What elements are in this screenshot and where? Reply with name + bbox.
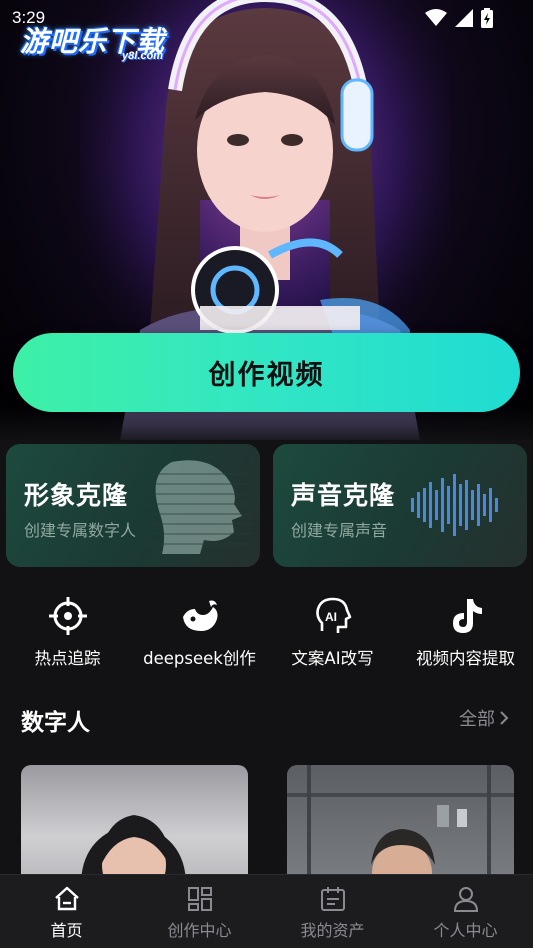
view-all-label: 全部 [459, 709, 495, 730]
watermark-logo: 游吧乐下载 y8l.com [20, 20, 165, 62]
digital-human-card[interactable] [21, 765, 248, 885]
quick-action-video-extract[interactable]: 视频内容提取 [399, 590, 532, 669]
grid-icon [187, 887, 212, 911]
tab-profile[interactable]: 个人中心 [399, 875, 532, 948]
svg-text:AI: AI [325, 610, 337, 624]
user-icon [453, 887, 478, 912]
deepseek-whale-icon [182, 600, 217, 631]
quick-action-ai-rewrite[interactable]: AI 文案AI改写 [266, 590, 399, 669]
watermark-domain: y8l.com [122, 50, 164, 62]
image-clone-subtitle: 创建专属数字人 [24, 521, 137, 540]
voice-clone-title: 声音克隆 [291, 481, 396, 510]
view-all-link[interactable]: 全部 [459, 705, 509, 731]
head-profile-icon [142, 460, 252, 554]
voice-clone-subtitle: 创建专属声音 [291, 521, 388, 540]
tab-creation-center[interactable]: 创作中心 [133, 875, 266, 948]
digital-human-photo [287, 765, 514, 885]
home-icon [54, 886, 79, 911]
battery-icon [481, 8, 493, 28]
quick-action-hot-tracking[interactable]: 热点追踪 [1, 590, 134, 669]
tiktok-icon [452, 599, 482, 633]
image-clone-card[interactable]: 形象克隆 创建专属数字人 [6, 444, 260, 567]
voice-clone-card[interactable]: 声音克隆 创建专属声音 [273, 444, 527, 567]
crosshair-icon [48, 597, 87, 635]
chevron-right-icon [500, 711, 509, 725]
bottom-tab-bar: 首页 创作中心 我的资产 个人中心 [0, 874, 533, 948]
tab-home[interactable]: 首页 [0, 875, 133, 948]
quick-action-deepseek[interactable]: deepseek创作 [133, 590, 266, 669]
create-video-label: 创作视频 [208, 360, 325, 391]
create-video-button[interactable]: 创作视频 [13, 333, 520, 412]
section-title: 数字人 [21, 710, 90, 736]
image-clone-title: 形象克隆 [24, 481, 129, 510]
ai-head-icon: AI [315, 597, 351, 633]
wifi-icon [425, 9, 447, 26]
calendar-icon [320, 887, 345, 911]
quick-actions: 热点追踪 deepseek创作 AI 文案AI改写 视频内容提取 [0, 590, 533, 670]
tab-my-assets[interactable]: 我的资产 [266, 875, 399, 948]
sound-wave-icon [411, 474, 498, 536]
digital-human-card[interactable] [287, 765, 514, 885]
cellular-signal-icon [455, 9, 473, 27]
digital-human-photo [81, 815, 186, 885]
